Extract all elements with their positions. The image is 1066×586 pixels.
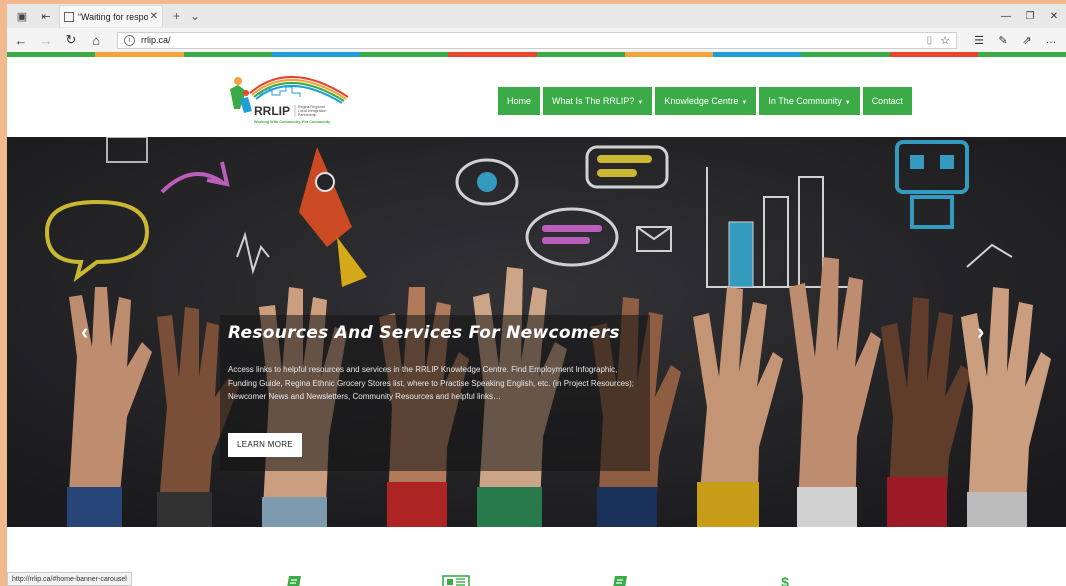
caret-down-icon: ▼ [637,100,644,106]
nav-item-what-is-the-rrlip[interactable]: What Is The RRLIP? ▼ [543,87,653,115]
learn-more-button[interactable]: LEARN MORE [228,433,302,457]
forward-icon[interactable]: → [35,30,57,50]
nav-item-label: Home [507,96,532,106]
page-icon [64,11,74,22]
nav-item-home[interactable]: Home [498,87,541,115]
back-icon[interactable]: ← [10,30,32,50]
logo-text: RRLIP [254,104,290,118]
caret-down-icon: ▼ [844,100,851,106]
tab-back-icon[interactable]: ⇤ [37,7,55,25]
site-header: RRLIP Regina Regional Local Immigration … [7,57,1066,137]
new-tab-icon[interactable]: + [173,9,180,23]
hero-caption: Resources And Services For Newcomers Acc… [220,315,650,471]
book-icon[interactable] [611,575,629,586]
window-controls: — ❐ ✕ [994,4,1066,28]
refresh-icon[interactable]: ↻ [60,30,82,50]
browser-window: ▣ ⇤ “Waiting for response fr ✕ + ⌄ — ❐ ✕… [7,4,1066,586]
newspaper-icon[interactable] [442,575,470,586]
nav-item-label: In The Community [768,96,842,106]
web-page: RRLIP Regina Regional Local Immigration … [7,52,1066,586]
hero-carousel: ‹ › Resources And Services For Newcomers… [7,137,1066,527]
active-tab[interactable]: “Waiting for response fr ✕ [59,5,163,27]
minimize-icon[interactable]: — [994,4,1018,28]
carousel-prev-icon[interactable]: ‹ [81,319,88,345]
book-icon[interactable] [285,575,303,586]
favorite-star-icon[interactable]: ☆ [940,34,950,47]
tab-bar: ▣ ⇤ “Waiting for response fr ✕ + ⌄ — ❐ ✕ [7,4,1066,28]
nav-item-label: Knowledge Centre [664,96,739,106]
status-bar-url: http://rrlip.ca/#home-banner-carousel [7,572,132,586]
nav-item-label: What Is The RRLIP? [552,96,635,106]
nav-item-contact[interactable]: Contact [862,87,912,115]
close-window-icon[interactable]: ✕ [1042,4,1066,28]
url-text: rrlip.ca/ [141,35,171,45]
address-bar[interactable]: i rrlip.ca/ ▯ ☆ [117,31,957,49]
nav-item-label: Contact [871,96,903,106]
favorites-hub-icon[interactable]: ☰ [967,34,991,47]
close-tab-icon[interactable]: ✕ [150,11,158,22]
rrlip-logo[interactable]: RRLIP Regina Regional Local Immigration … [220,63,350,129]
main-nav: Home What Is The RRLIP? ▼ Knowledge Centre ▼… [498,87,915,115]
nav-item-knowledge-centre[interactable]: Knowledge Centre ▼ [655,87,757,115]
caret-down-icon: ▼ [741,100,748,106]
tab-manager-icon[interactable]: ▣ [13,7,31,25]
home-icon[interactable]: ⌂ [85,30,107,50]
chevron-down-icon[interactable]: ⌄ [190,9,200,23]
reading-view-icon[interactable]: ▯ [927,35,933,46]
hero-text: Access links to helpful resources and se… [228,365,634,401]
more-icon[interactable]: … [1039,34,1063,47]
address-toolbar: ← → ↻ ⌂ i rrlip.ca/ ▯ ☆ ☰ ✎ ⇗ … [7,28,1066,52]
restore-icon[interactable]: ❐ [1018,4,1042,28]
carousel-next-icon[interactable]: › [977,319,984,345]
hero-title: Resources And Services For Newcomers [228,323,620,343]
logo-tagline: Working With Community, For Community [254,120,331,124]
tab-title: “Waiting for response fr [78,11,148,22]
site-info-icon[interactable]: i [124,34,135,46]
nav-item-in-the-community[interactable]: In The Community ▼ [759,87,860,115]
share-icon[interactable]: ⇗ [1015,34,1039,47]
pen-icon[interactable]: ✎ [991,34,1015,47]
svg-text:Partnership: Partnership [298,113,316,117]
dollar-icon[interactable]: $ [776,575,794,586]
